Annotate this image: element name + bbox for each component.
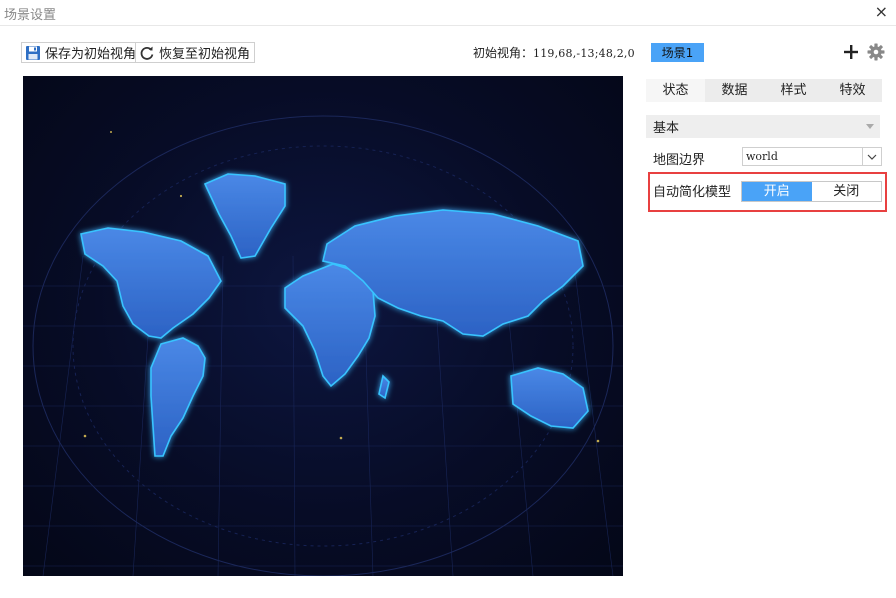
tab-style[interactable]: 样式	[764, 79, 823, 102]
refresh-icon	[140, 46, 154, 60]
auto-simplify-label: 自动简化模型	[653, 185, 732, 200]
map-boundary-label: 地图边界	[653, 153, 706, 168]
restore-initial-view-button[interactable]: 恢复至初始视角	[135, 42, 256, 63]
tab-effects[interactable]: 特效	[823, 79, 882, 102]
scene-1-button[interactable]: 场景1	[651, 43, 704, 62]
tab-status[interactable]: 状态	[646, 79, 705, 102]
window-title: 场景设置	[4, 8, 57, 23]
save-initial-view-button[interactable]: 保存为初始视角	[21, 42, 142, 63]
map-boundary-select[interactable]: world	[742, 147, 882, 166]
auto-simplify-off-button[interactable]: 关闭	[811, 182, 881, 201]
map-viewport[interactable]	[23, 76, 623, 576]
restore-initial-view-label: 恢复至初始视角	[159, 47, 251, 62]
plus-icon[interactable]	[842, 43, 860, 61]
auto-simplify-toggle[interactable]: 开启 关闭	[741, 181, 882, 202]
section-basic-title: 基本	[653, 121, 680, 136]
auto-simplify-on-button[interactable]: 开启	[742, 182, 812, 201]
save-icon	[26, 45, 40, 60]
property-tabs: 状态 数据 样式 特效	[646, 79, 882, 102]
close-icon[interactable]: ×	[875, 2, 888, 22]
save-initial-view-label: 保存为初始视角	[45, 47, 137, 62]
chevron-down-icon	[866, 124, 874, 129]
title-bar: 场景设置 ×	[0, 0, 896, 26]
map-boundary-value: world	[746, 150, 778, 163]
gear-icon[interactable]	[867, 43, 885, 61]
section-basic-header[interactable]: 基本	[646, 115, 880, 138]
dropdown-arrow-icon[interactable]	[862, 148, 881, 165]
initial-view-value: 119,68,-13;48,2,0	[533, 47, 635, 60]
initial-view-prefix: 初始视角：	[473, 46, 534, 60]
tab-data[interactable]: 数据	[705, 79, 764, 102]
world-map	[23, 115, 623, 576]
initial-view-readout: 初始视角：119,68,-13;48,2,0	[473, 44, 635, 61]
